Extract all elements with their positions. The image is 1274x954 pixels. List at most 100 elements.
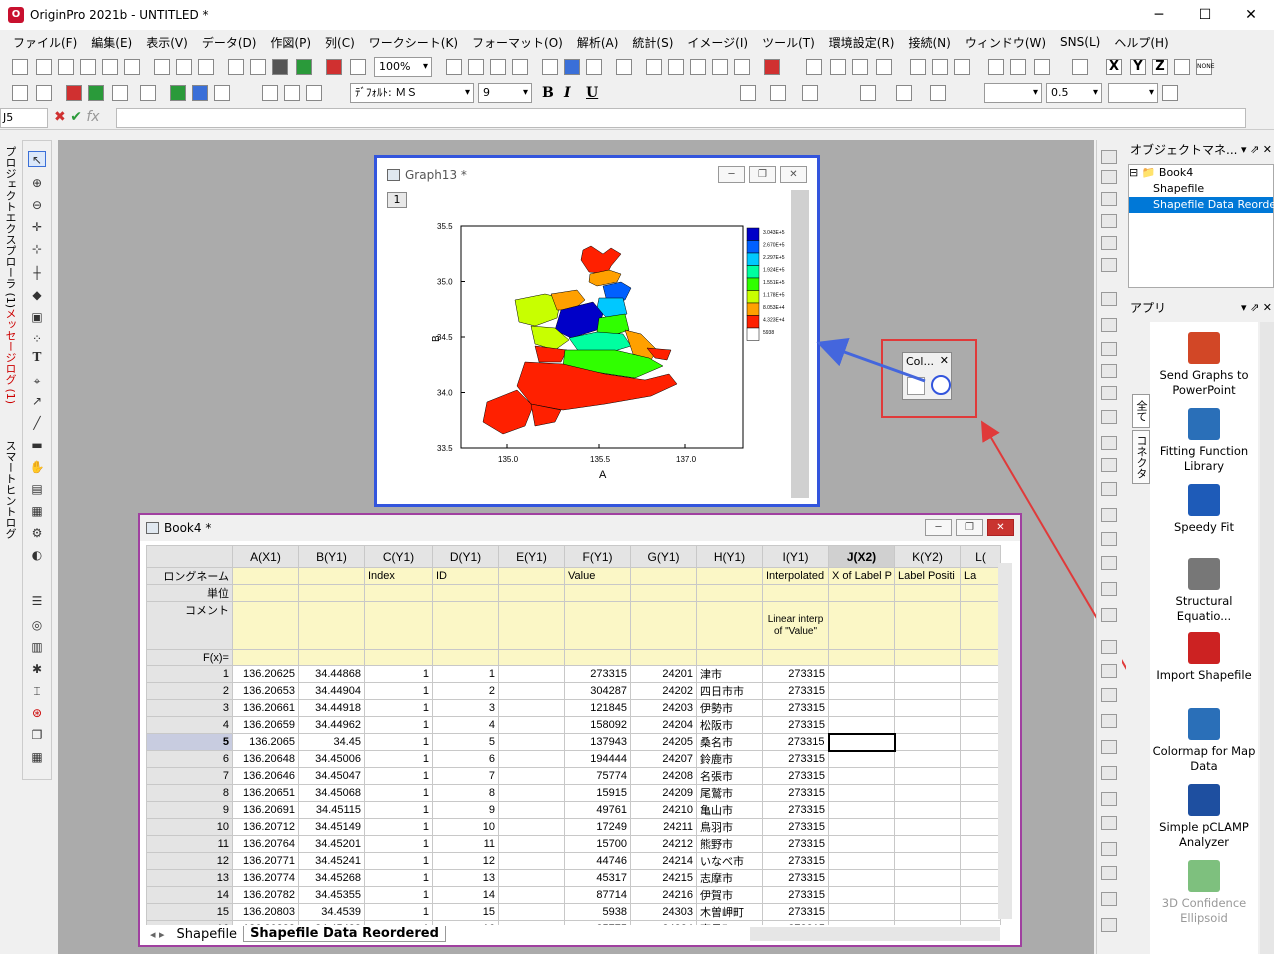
long-name-cell[interactable] xyxy=(232,567,299,585)
comments-cell[interactable]: Linear interp of "Value" xyxy=(762,601,829,650)
fx-cell[interactable] xyxy=(630,649,697,666)
data-cell[interactable] xyxy=(894,835,961,853)
row-header[interactable]: 4 xyxy=(146,716,233,734)
data-cell[interactable] xyxy=(894,733,961,751)
units-cell[interactable] xyxy=(630,584,697,602)
data-cell[interactable] xyxy=(894,869,961,887)
right-tool-icon[interactable] xyxy=(1101,792,1117,806)
data-cell[interactable]: 1 xyxy=(364,886,433,904)
data-cell[interactable]: 鈴鹿市 xyxy=(696,750,763,768)
duplicate-icon[interactable] xyxy=(350,59,366,75)
fx-cell[interactable] xyxy=(762,649,829,666)
font-color-icon[interactable] xyxy=(802,85,818,101)
data-cell[interactable]: 津市 xyxy=(696,665,763,683)
menu-item[interactable]: 編集(E) xyxy=(84,34,139,51)
units-cell[interactable] xyxy=(960,584,1001,602)
rectangle-tool-icon[interactable]: ▬ xyxy=(28,437,46,453)
sheet-tab-reordered[interactable]: Shapefile Data Reordered xyxy=(243,926,446,942)
data-cell[interactable]: 24212 xyxy=(630,835,697,853)
row-header[interactable]: 5 xyxy=(146,733,233,751)
row-header[interactable]: 2 xyxy=(146,682,233,700)
comments-cell[interactable] xyxy=(564,601,631,650)
code-builder-icon[interactable] xyxy=(542,59,558,75)
menu-item[interactable]: データ(D) xyxy=(195,34,264,51)
bold-button[interactable]: B xyxy=(542,85,554,101)
data-cell[interactable]: 24205 xyxy=(630,733,697,751)
data-cell[interactable]: 273315 xyxy=(762,733,829,751)
statistics-col-icon[interactable] xyxy=(830,59,846,75)
data-cell[interactable]: 136.20653 xyxy=(232,682,299,700)
column-header[interactable]: B(Y1) xyxy=(298,545,365,568)
right-tool-icon[interactable] xyxy=(1101,236,1117,250)
sheet-nav-icons[interactable]: ◂ ▸ xyxy=(144,928,171,941)
comments-cell[interactable] xyxy=(232,601,299,650)
units-cell[interactable] xyxy=(432,584,499,602)
data-cell[interactable]: 5 xyxy=(432,733,499,751)
menu-item[interactable]: 統計(S) xyxy=(625,34,680,51)
region-tool-icon[interactable]: ◐ xyxy=(28,547,46,563)
data-cell[interactable]: 87714 xyxy=(564,886,631,904)
units-cell[interactable] xyxy=(364,584,433,602)
graph-scrollbar[interactable] xyxy=(791,190,809,498)
menu-item[interactable]: フォーマット(O) xyxy=(465,34,570,51)
data-cell[interactable]: 10 xyxy=(432,818,499,836)
data-cell[interactable]: 6 xyxy=(432,750,499,768)
units-cell[interactable] xyxy=(498,584,565,602)
menu-item[interactable]: ヘルプ(H) xyxy=(1107,34,1175,51)
long-name-cell[interactable] xyxy=(498,567,565,585)
list-icon[interactable] xyxy=(770,85,786,101)
asterisk-tool-icon[interactable]: ✱ xyxy=(28,661,46,677)
screen-reader-icon[interactable]: ┼ xyxy=(28,265,46,281)
new-excel-icon[interactable] xyxy=(198,59,214,75)
copy-page-icon[interactable] xyxy=(140,85,156,101)
app-item[interactable]: Structural Equatio... xyxy=(1150,558,1258,624)
data-cell[interactable]: 136.20782 xyxy=(232,886,299,904)
data-cell[interactable]: 44746 xyxy=(564,852,631,870)
data-cell[interactable]: 194444 xyxy=(564,750,631,768)
data-cell[interactable]: 34.45241 xyxy=(298,852,365,870)
workbook-restore-button[interactable]: ❐ xyxy=(956,519,983,536)
cancel-formula-icon[interactable]: ✖ xyxy=(54,109,66,125)
data-cell[interactable]: 25775 xyxy=(564,920,631,925)
right-tool-icon[interactable] xyxy=(1101,458,1117,472)
apps-panel-controls[interactable]: ▾ ⇗ ✕ xyxy=(1241,298,1272,318)
data-cell[interactable]: 273315 xyxy=(762,818,829,836)
data-cell[interactable]: 1 xyxy=(364,852,433,870)
data-cell[interactable]: 24201 xyxy=(630,665,697,683)
data-cell[interactable] xyxy=(828,801,895,819)
data-cell[interactable]: 1 xyxy=(364,682,433,700)
data-cell[interactable]: 45317 xyxy=(564,869,631,887)
row-header[interactable]: 11 xyxy=(146,835,233,853)
save-project-icon[interactable] xyxy=(272,59,288,75)
data-cell[interactable]: 24210 xyxy=(630,801,697,819)
workbook-window[interactable]: Book4 * ─ ❐ ✕ A(X1) B(Y1) C(Y1) D(Y1) E(Y1) F… xyxy=(138,513,1022,947)
insert-table-icon[interactable]: ▦ xyxy=(28,503,46,519)
copy-icon[interactable] xyxy=(284,85,300,101)
panel-controls[interactable]: ▾ ⇗ ✕ xyxy=(1241,140,1272,160)
app-item[interactable]: Fitting Function Library xyxy=(1150,408,1258,474)
results-log-icon[interactable] xyxy=(512,59,528,75)
data-cell[interactable]: 273315 xyxy=(762,852,829,870)
data-cell[interactable] xyxy=(960,920,1001,925)
data-cell[interactable] xyxy=(828,886,895,904)
data-cell[interactable]: 273315 xyxy=(564,665,631,683)
new-matrix-icon[interactable] xyxy=(102,59,118,75)
data-cell[interactable] xyxy=(960,733,1001,751)
data-cell[interactable] xyxy=(498,665,565,683)
right-tool-icon[interactable] xyxy=(1101,892,1117,906)
data-cell[interactable]: 11 xyxy=(432,835,499,853)
row-header[interactable]: 15 xyxy=(146,903,233,921)
row-header[interactable]: 3 xyxy=(146,699,233,717)
data-cell[interactable]: 49761 xyxy=(564,801,631,819)
cell-reference[interactable]: J5 xyxy=(0,108,48,128)
row-header[interactable]: 13 xyxy=(146,869,233,887)
right-tool-icon[interactable] xyxy=(1101,714,1117,728)
units-cell[interactable] xyxy=(828,584,895,602)
data-cell[interactable] xyxy=(827,732,896,752)
comments-cell[interactable] xyxy=(696,601,763,650)
graph-minimize-button[interactable]: ─ xyxy=(718,166,745,183)
column-header[interactable]: F(Y1) xyxy=(564,545,631,568)
units-cell[interactable] xyxy=(298,584,365,602)
data-cell[interactable]: 34.44868 xyxy=(298,665,365,683)
row-header[interactable]: 9 xyxy=(146,801,233,819)
